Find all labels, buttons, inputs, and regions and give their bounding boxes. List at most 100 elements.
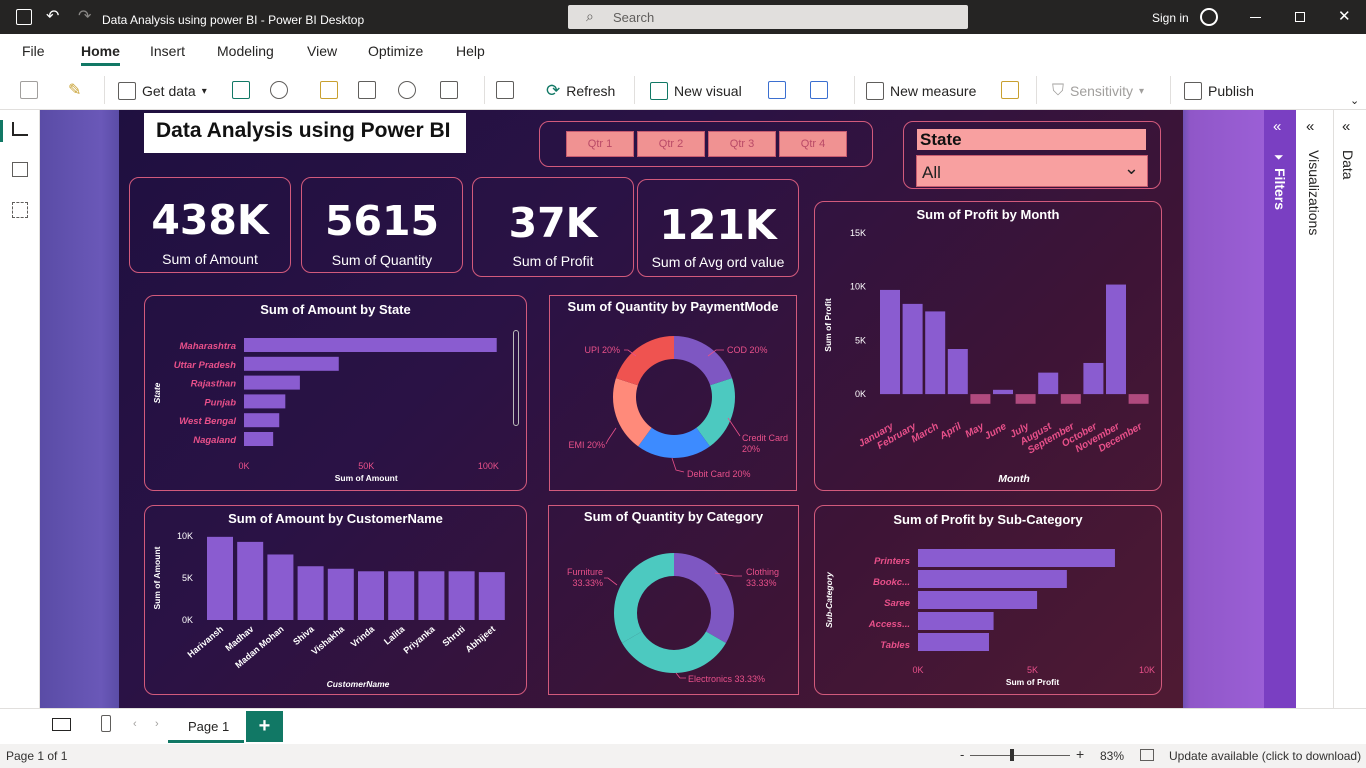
zoom-in-button[interactable]: + bbox=[1076, 746, 1084, 762]
publish-label: Publish bbox=[1208, 83, 1254, 99]
desktop-layout-icon[interactable] bbox=[52, 718, 71, 731]
excel-icon[interactable] bbox=[232, 81, 250, 99]
chevron-down-icon: ⌄ bbox=[1123, 158, 1139, 178]
chevron-down-icon: ▾ bbox=[201, 85, 207, 97]
search-box[interactable]: ⌕ Search bbox=[568, 5, 968, 29]
update-available-link[interactable]: Update available (click to download) bbox=[1169, 749, 1361, 763]
recent-sources-icon[interactable] bbox=[398, 81, 416, 99]
new-visual-label: New visual bbox=[674, 83, 742, 99]
collapse-ribbon-icon[interactable]: ⌄ bbox=[1350, 94, 1359, 107]
chevron-down-icon: ▾ bbox=[1139, 85, 1145, 97]
table-view-icon[interactable] bbox=[12, 162, 28, 177]
visualizations-label[interactable]: Visualizations bbox=[1306, 150, 1322, 235]
visual-profit-by-month[interactable]: Sum of Profit by Month bbox=[814, 201, 1162, 491]
restore-icon[interactable] bbox=[1295, 12, 1305, 22]
tab-optimize[interactable]: Optimize bbox=[368, 43, 423, 59]
publish-icon bbox=[1184, 82, 1202, 100]
dataverse-icon[interactable] bbox=[270, 81, 288, 99]
tab-modeling[interactable]: Modeling bbox=[217, 43, 274, 59]
page-tab-1[interactable]: Page 1 bbox=[168, 710, 244, 743]
transform-icon[interactable] bbox=[496, 81, 514, 99]
filter-icon: ⏷ bbox=[1274, 150, 1284, 164]
kpi-value: 438K bbox=[151, 196, 269, 244]
paste-icon[interactable] bbox=[20, 81, 38, 99]
kpi-card-amount: 438K Sum of Amount bbox=[129, 177, 291, 273]
sql-server-icon[interactable] bbox=[320, 81, 338, 99]
sensitivity-label: Sensitivity bbox=[1070, 83, 1134, 99]
next-page-icon[interactable]: › bbox=[155, 718, 159, 730]
scrollbar[interactable] bbox=[513, 330, 519, 426]
kpi-card-profit: 37K Sum of Profit bbox=[472, 177, 634, 277]
publish-button[interactable]: Publish bbox=[1184, 80, 1254, 102]
more-visuals-icon[interactable] bbox=[810, 81, 828, 99]
visual-amount-by-state[interactable]: Sum of Amount by State bbox=[144, 295, 527, 491]
transform-data-icon[interactable] bbox=[440, 81, 458, 99]
side-panes: « ⏷ Filters « Visualizations « Data bbox=[1264, 110, 1366, 708]
qtr-2-button[interactable]: Qtr 2 bbox=[637, 131, 705, 157]
visual-amount-by-customer[interactable]: Sum of Amount by CustomerName bbox=[144, 505, 527, 695]
undo-icon[interactable]: ↶ bbox=[46, 6, 59, 26]
report-view-icon[interactable] bbox=[12, 122, 28, 136]
page-count: Page 1 of 1 bbox=[6, 749, 68, 763]
save-icon[interactable] bbox=[16, 9, 32, 25]
view-switcher bbox=[0, 110, 40, 708]
close-icon[interactable]: ✕ bbox=[1338, 7, 1351, 25]
mobile-layout-icon[interactable] bbox=[101, 715, 111, 732]
zoom-level: 83% bbox=[1100, 749, 1125, 763]
window-title: Data Analysis using power BI - Power BI … bbox=[102, 13, 365, 27]
get-data-button[interactable]: Get data ▾ bbox=[118, 80, 207, 102]
new-visual-icon bbox=[650, 82, 668, 100]
user-avatar-icon[interactable] bbox=[1200, 8, 1218, 26]
enter-data-icon[interactable] bbox=[358, 81, 376, 99]
search-placeholder: Search bbox=[613, 10, 655, 25]
refresh-label: Refresh bbox=[566, 83, 616, 99]
search-icon: ⌕ bbox=[586, 8, 594, 24]
visual-title: Sum of Amount by CustomerName bbox=[228, 511, 443, 526]
model-view-icon[interactable] bbox=[12, 202, 28, 218]
zoom-slider[interactable] bbox=[970, 755, 1070, 756]
new-visual-button[interactable]: New visual bbox=[650, 80, 742, 102]
tab-help[interactable]: Help bbox=[456, 43, 485, 59]
format-painter-icon[interactable]: ✎ bbox=[68, 80, 81, 100]
refresh-button[interactable]: ⟳ Refresh bbox=[546, 80, 615, 102]
sensitivity-button[interactable]: ⛉ Sensitivity ▾ bbox=[1052, 80, 1144, 102]
minimize-icon[interactable] bbox=[1250, 17, 1261, 18]
filters-pane[interactable]: « ⏷ Filters bbox=[1264, 110, 1296, 708]
qtr-4-button[interactable]: Qtr 4 bbox=[779, 131, 847, 157]
kpi-value: 37K bbox=[508, 199, 598, 247]
visual-profit-by-subcategory[interactable]: Sum of Profit by Sub-Category bbox=[814, 505, 1162, 695]
new-measure-button[interactable]: New measure bbox=[866, 80, 976, 102]
redo-icon[interactable]: ↷ bbox=[78, 6, 91, 26]
data-label[interactable]: Data bbox=[1340, 150, 1356, 180]
ribbon-tabs: File Home Insert Modeling View Optimize … bbox=[0, 34, 1366, 66]
new-measure-label: New measure bbox=[890, 83, 977, 99]
refresh-icon: ⟳ bbox=[546, 81, 561, 100]
report-title: Data Analysis using Power BI bbox=[156, 119, 451, 142]
expand-filters-icon[interactable]: « bbox=[1273, 118, 1281, 135]
qtr-1-button[interactable]: Qtr 1 bbox=[566, 131, 634, 157]
tab-home[interactable]: Home bbox=[81, 43, 120, 59]
sign-in-link[interactable]: Sign in bbox=[1152, 11, 1189, 25]
visual-qty-by-payment[interactable]: Sum of Quantity by PaymentMode bbox=[549, 295, 797, 491]
prev-page-icon[interactable]: ‹ bbox=[133, 718, 137, 730]
qtr-3-button[interactable]: Qtr 3 bbox=[708, 131, 776, 157]
visual-qty-by-category[interactable]: Sum of Quantity by Category bbox=[548, 505, 799, 695]
kpi-label: Sum of Avg ord value bbox=[651, 254, 785, 270]
zoom-out-button[interactable]: - bbox=[960, 747, 964, 762]
sensitivity-icon: ⛉ bbox=[1052, 82, 1065, 99]
expand-visualizations-icon[interactable]: « bbox=[1306, 118, 1314, 135]
kpi-value: 5615 bbox=[324, 197, 440, 245]
expand-data-icon[interactable]: « bbox=[1342, 118, 1350, 135]
report-title-box: Data Analysis using Power BI bbox=[144, 113, 466, 153]
fit-to-page-icon[interactable] bbox=[1140, 749, 1154, 761]
zoom-thumb[interactable] bbox=[1010, 749, 1014, 761]
tab-file[interactable]: File bbox=[22, 43, 45, 59]
report-view-indicator bbox=[0, 120, 3, 142]
quick-measure-icon[interactable] bbox=[1001, 81, 1019, 99]
text-box-icon[interactable] bbox=[768, 81, 786, 99]
tab-view[interactable]: View bbox=[307, 43, 337, 59]
add-page-button[interactable]: + bbox=[246, 711, 283, 742]
database-icon bbox=[118, 82, 136, 100]
tab-insert[interactable]: Insert bbox=[150, 43, 185, 59]
state-dropdown[interactable]: All ⌄ bbox=[916, 155, 1148, 187]
